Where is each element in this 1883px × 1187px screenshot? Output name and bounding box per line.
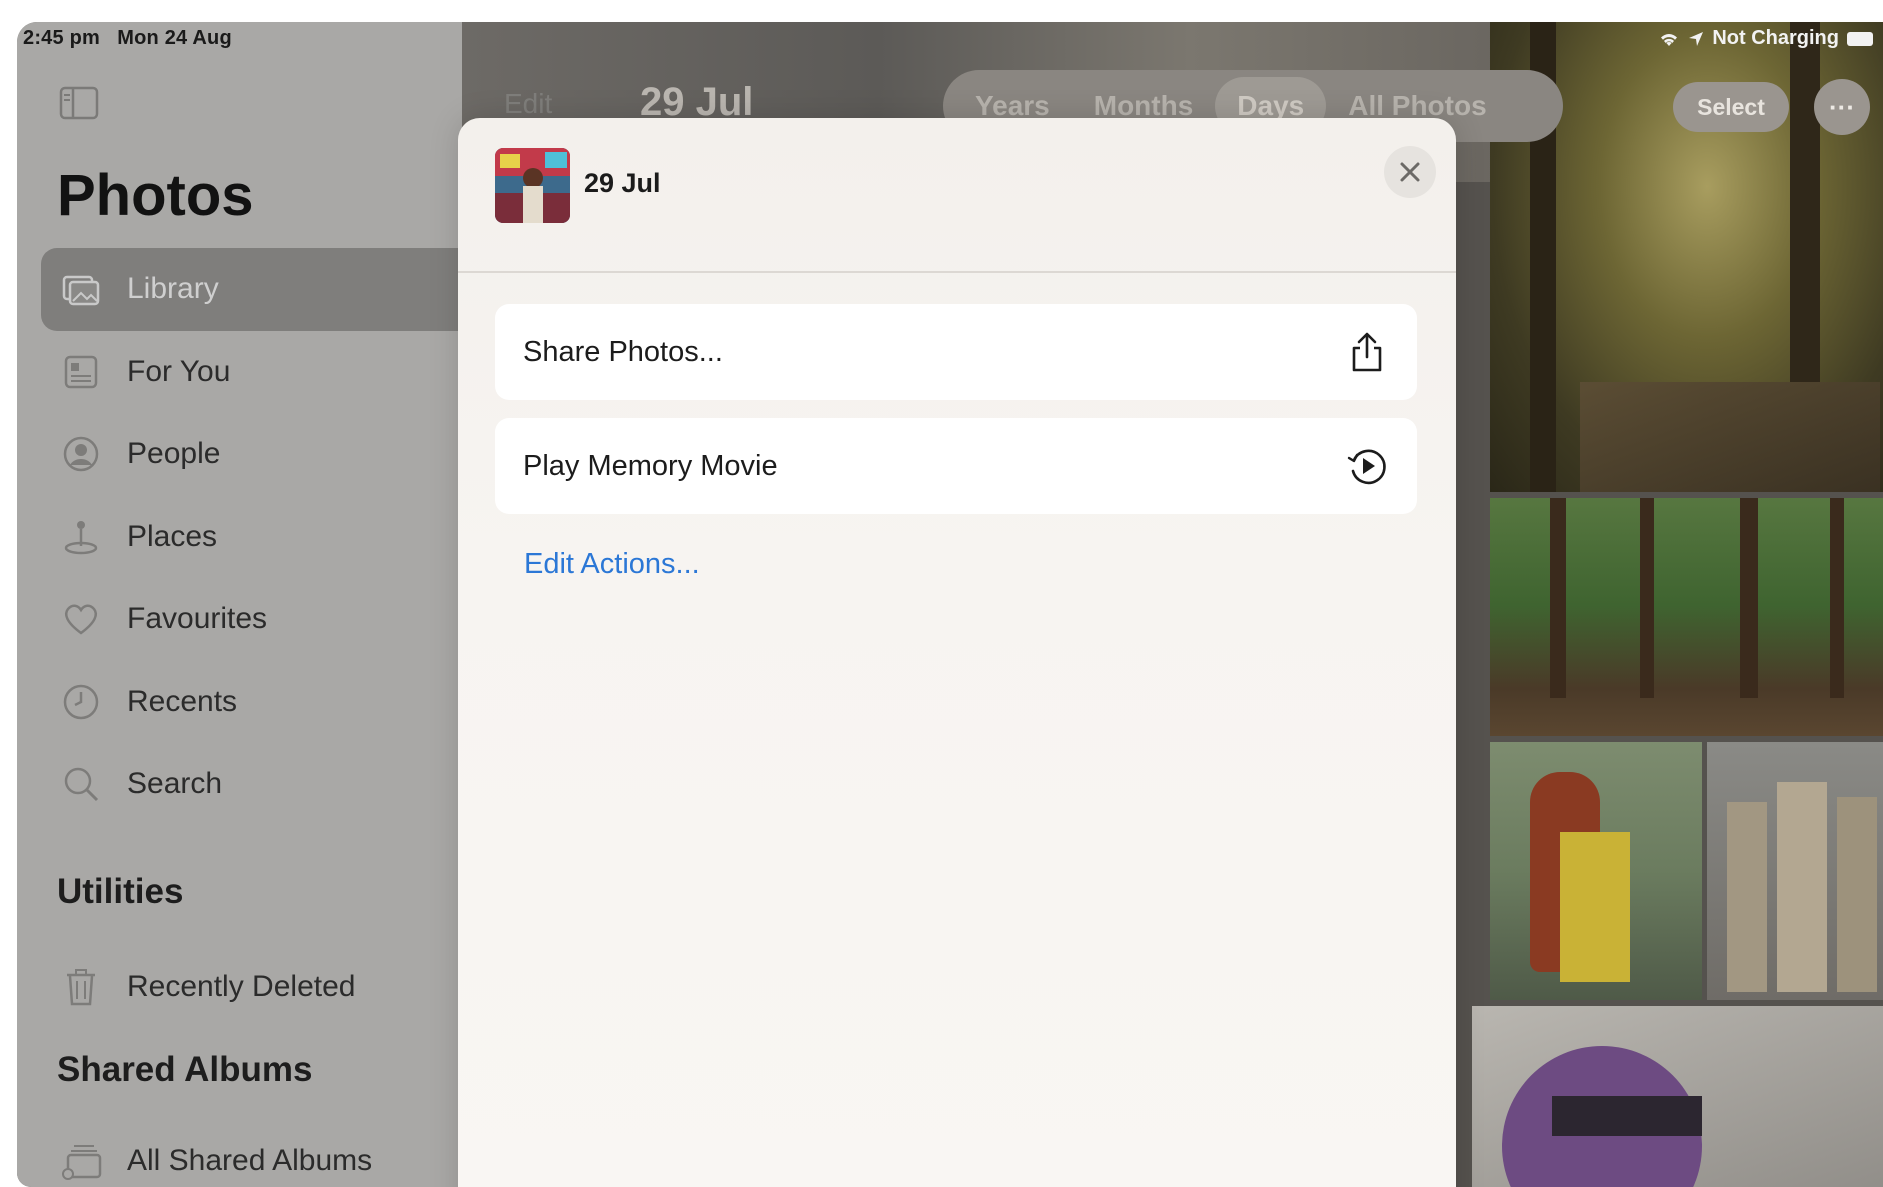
sidebar-item-library[interactable]: Library	[41, 248, 501, 331]
sidebar-item-label: Search	[127, 767, 223, 801]
sidebar-nav: Library For You People Places Favourites…	[41, 248, 501, 826]
sidebar-item-label: Library	[127, 272, 219, 306]
places-icon	[59, 515, 103, 559]
sidebar-item-recents[interactable]: Recents	[41, 661, 501, 744]
memory-movie-icon	[1345, 444, 1389, 488]
battery-status-text: Not Charging	[1712, 27, 1839, 49]
shared-albums-heading: Shared Albums	[57, 1050, 313, 1089]
close-icon	[1400, 162, 1420, 182]
sidebar-item-label: For You	[127, 354, 231, 388]
status-bar: 2:45 pm Mon 24 Aug Not Charging	[17, 22, 1883, 60]
sidebar-item-favourites[interactable]: Favourites	[41, 578, 501, 661]
people-icon	[59, 432, 103, 476]
for-you-icon	[59, 350, 103, 394]
photo-thumbnail[interactable]	[1707, 742, 1883, 1000]
more-options-button[interactable]: ···	[1814, 79, 1870, 135]
trash-icon	[59, 965, 103, 1009]
select-button[interactable]: Select	[1673, 82, 1789, 132]
ellipsis-icon: ···	[1829, 91, 1855, 122]
photo-thumbnail[interactable]	[1490, 742, 1702, 1000]
sidebar-item-label: Places	[127, 519, 218, 553]
library-icon	[59, 267, 103, 311]
search-icon	[59, 762, 103, 806]
status-right: Not Charging	[1658, 27, 1873, 50]
share-photos-action[interactable]: Share Photos...	[495, 304, 1417, 400]
status-time: 2:45 pm Mon 24 Aug	[23, 27, 232, 49]
sidebar: Photos Library For You People Places Fav…	[17, 22, 501, 1187]
share-sheet-header: 29 Jul	[458, 118, 1456, 273]
clock-icon	[59, 680, 103, 724]
utilities-heading: Utilities	[57, 872, 184, 911]
sidebar-item-label: Recently Deleted	[127, 970, 356, 1003]
sidebar-title: Photos	[57, 163, 254, 228]
heart-icon	[59, 597, 103, 641]
edit-actions-link[interactable]: Edit Actions...	[524, 548, 700, 581]
utilities-list: Recently Deleted	[41, 942, 501, 1032]
sidebar-item-label: Favourites	[127, 602, 268, 636]
status-date: Mon 24 Aug	[117, 27, 232, 49]
sidebar-item-all-shared-albums[interactable]: All Shared Albums	[41, 1116, 501, 1187]
action-label: Share Photos...	[523, 335, 723, 368]
sidebar-item-recently-deleted[interactable]: Recently Deleted	[41, 942, 501, 1032]
share-sheet-title: 29 Jul	[584, 168, 661, 198]
shared-albums-icon	[59, 1139, 103, 1183]
shared-albums-list: All Shared Albums	[41, 1116, 501, 1187]
action-label: Play Memory Movie	[523, 449, 778, 482]
share-sheet-thumbnail	[495, 148, 570, 223]
photo-thumbnail[interactable]	[1490, 498, 1883, 736]
close-button[interactable]	[1384, 146, 1436, 198]
sidebar-item-places[interactable]: Places	[41, 496, 501, 579]
sidebar-item-label: People	[127, 437, 221, 471]
share-sheet: 29 Jul Share Photos... Play Memory Movie…	[458, 118, 1456, 1187]
wifi-icon	[1661, 33, 1678, 46]
sidebar-edit-button[interactable]: Edit	[504, 88, 552, 120]
sidebar-item-search[interactable]: Search	[41, 743, 501, 826]
sidebar-item-for-you[interactable]: For You	[41, 331, 501, 414]
sidebar-item-people[interactable]: People	[41, 413, 501, 496]
photo-thumbnail[interactable]	[1472, 1006, 1883, 1187]
play-memory-movie-action[interactable]: Play Memory Movie	[495, 418, 1417, 514]
ipad-screen: 2:45 pm Mon 24 Aug Not Charging Photos L…	[17, 22, 1883, 1187]
sidebar-item-label: Recents	[127, 684, 238, 718]
sidebar-toggle-icon[interactable]	[59, 86, 99, 120]
battery-icon	[1847, 31, 1873, 46]
share-icon	[1345, 330, 1389, 374]
location-arrow-icon	[1689, 31, 1704, 46]
sidebar-item-label: All Shared Albums	[127, 1144, 373, 1177]
